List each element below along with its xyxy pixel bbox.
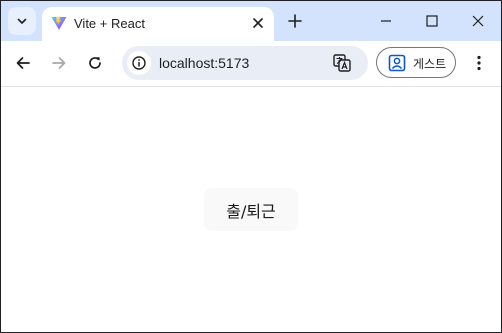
- address-bar[interactable]: localhost:5173: [122, 46, 368, 80]
- tab-search-button[interactable]: [8, 7, 36, 35]
- translate-button[interactable]: [330, 52, 354, 74]
- translate-icon: [333, 54, 351, 72]
- arrow-left-icon: [16, 57, 30, 69]
- vite-logo-icon: [51, 16, 67, 30]
- browser-toolbar: localhost:5173 게스트: [1, 41, 501, 87]
- tab-title: Vite + React: [74, 16, 145, 31]
- close-icon: [472, 15, 484, 27]
- browser-window: Vite + React localhost:5173 게스트 출/퇴근: [0, 0, 502, 333]
- minimize-button[interactable]: [363, 1, 409, 41]
- more-vertical-icon: [477, 55, 481, 71]
- arrow-right-icon: [52, 57, 66, 69]
- tab-strip: Vite + React: [1, 1, 501, 41]
- profile-label: 게스트: [413, 57, 447, 71]
- browser-menu-button[interactable]: [465, 49, 493, 77]
- site-info-button[interactable]: [127, 51, 151, 75]
- page-content: 출/퇴근: [1, 87, 501, 332]
- active-tab[interactable]: Vite + React: [42, 7, 274, 41]
- new-tab-button[interactable]: [282, 8, 308, 34]
- maximize-button[interactable]: [409, 1, 455, 41]
- close-icon: [253, 18, 263, 28]
- minimize-icon: [381, 20, 391, 22]
- reload-button[interactable]: [81, 49, 109, 77]
- url-text[interactable]: localhost:5173: [159, 55, 249, 71]
- guest-profile-icon: [388, 54, 406, 72]
- plus-icon: [288, 14, 302, 28]
- chevron-down-icon: [17, 18, 27, 24]
- reload-icon: [89, 57, 101, 69]
- back-button[interactable]: [9, 49, 37, 77]
- forward-button[interactable]: [45, 49, 73, 77]
- info-icon: [132, 56, 146, 70]
- maximize-icon: [426, 15, 438, 27]
- tab-close-button[interactable]: [247, 12, 269, 34]
- window-close-button[interactable]: [455, 1, 501, 41]
- clock-in-out-button[interactable]: 출/퇴근: [204, 188, 298, 231]
- profile-button[interactable]: 게스트: [376, 47, 456, 78]
